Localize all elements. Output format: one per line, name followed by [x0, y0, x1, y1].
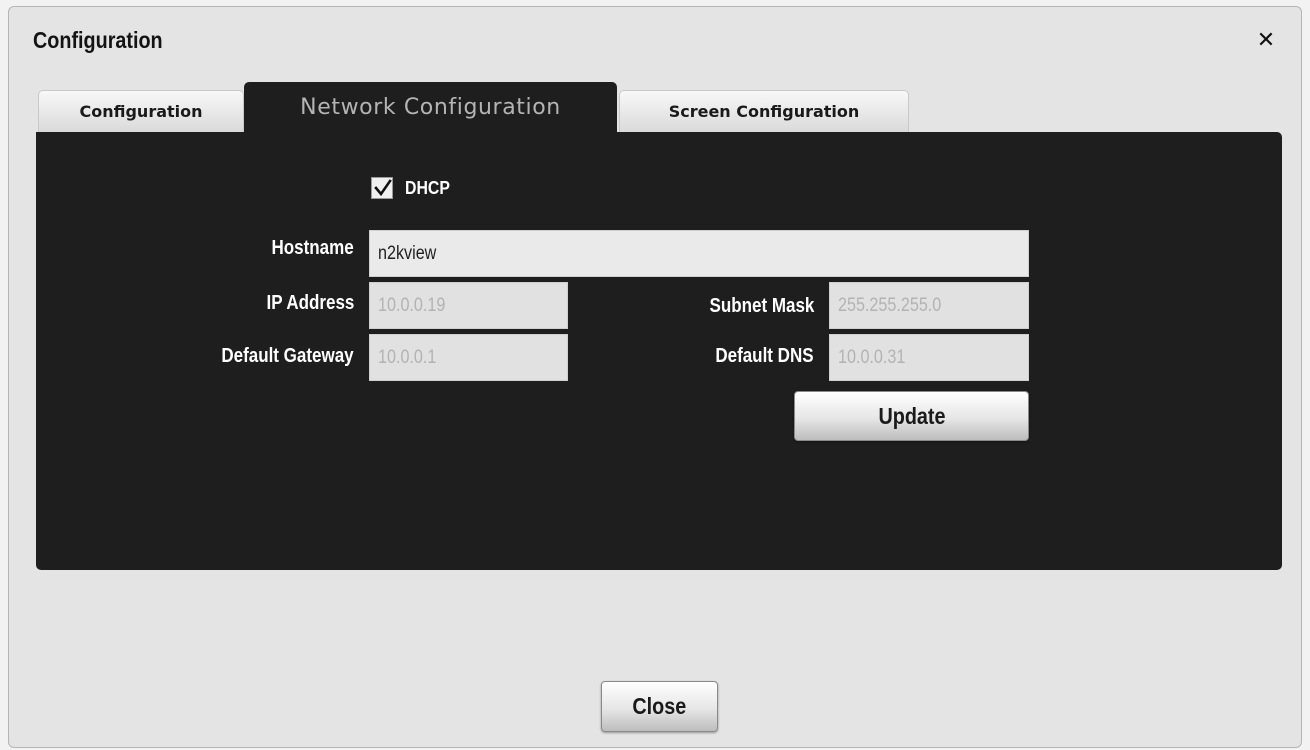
ip-address-value: 10.0.0.19: [378, 294, 446, 316]
subnet-mask-value: 255.255.255.0: [838, 294, 942, 316]
default-dns-field[interactable]: 10.0.0.31: [829, 334, 1029, 381]
dhcp-label: DHCP: [405, 177, 450, 198]
ip-address-label: IP Address: [266, 292, 354, 314]
tab-screen-configuration[interactable]: Screen Configuration: [619, 90, 909, 132]
default-gateway-value: 10.0.0.1: [378, 346, 437, 368]
dialog-title: Configuration: [33, 27, 163, 53]
close-button[interactable]: Close: [601, 681, 718, 732]
subnet-mask-label: Subnet Mask: [709, 295, 814, 317]
tab-configuration[interactable]: Configuration: [38, 90, 244, 132]
default-dns-label: Default DNS: [715, 345, 814, 367]
tab-network-configuration[interactable]: Network Configuration: [244, 82, 617, 132]
update-button[interactable]: Update: [794, 391, 1029, 441]
hostname-label: Hostname: [271, 237, 354, 259]
dhcp-checkbox[interactable]: [371, 177, 393, 199]
network-configuration-panel: DHCP Hostname n2kview IP Address 10.0.0.…: [36, 132, 1282, 570]
checkmark-icon: [374, 179, 392, 197]
default-gateway-field[interactable]: 10.0.0.1: [369, 334, 568, 381]
update-button-label: Update: [877, 402, 946, 429]
close-button-label: Close: [632, 693, 687, 719]
subnet-mask-field[interactable]: 255.255.255.0: [829, 282, 1029, 329]
hostname-field[interactable]: n2kview: [369, 230, 1029, 277]
hostname-value: n2kview: [378, 242, 437, 264]
default-dns-value: 10.0.0.31: [838, 346, 906, 368]
configuration-dialog: Configuration ✕ Configuration Network Co…: [8, 6, 1302, 748]
dhcp-row: DHCP: [371, 177, 456, 199]
ip-address-field[interactable]: 10.0.0.19: [369, 282, 568, 329]
default-gateway-label: Default Gateway: [221, 345, 354, 367]
close-icon[interactable]: ✕: [1251, 25, 1281, 55]
